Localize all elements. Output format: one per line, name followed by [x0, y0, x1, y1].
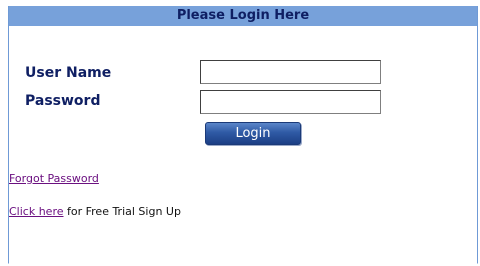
panel-title: Please Login Here [176, 8, 310, 23]
free-trial-line: Click here for Free Trial Sign Up [9, 205, 181, 218]
free-trial-link[interactable]: Click here [9, 205, 64, 218]
password-input[interactable] [200, 90, 381, 114]
login-panel: Please Login Here User Name Password Log… [8, 6, 478, 264]
username-input[interactable] [200, 60, 381, 84]
free-trial-text: for Free Trial Sign Up [63, 205, 181, 218]
username-label: User Name [25, 65, 112, 81]
password-label: Password [25, 93, 101, 109]
forgot-password-link[interactable]: Forgot Password [9, 172, 99, 185]
panel-header: Please Login Here [9, 6, 477, 26]
login-button[interactable]: Login [205, 122, 301, 145]
